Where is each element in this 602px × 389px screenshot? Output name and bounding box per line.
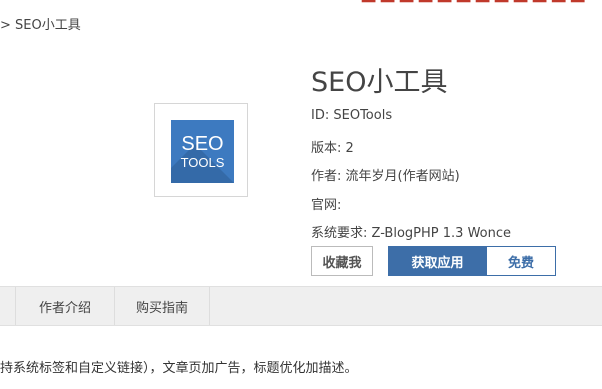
meta-id: ID: SEOTools [311, 108, 392, 123]
meta-website: 官网: [311, 194, 341, 213]
meta-id-value: SEOTools [333, 108, 393, 123]
meta-author-label: 作者: [311, 169, 342, 184]
page-title: SEO小工具 [311, 67, 448, 98]
top-banner-fragment: ■■■■■■■■■■■■ [360, 0, 602, 4]
meta-requirement: 系统要求: Z-BlogPHP 1.3 Wonce [311, 222, 511, 241]
meta-version-value: 2 [345, 141, 354, 156]
tab-purchase-guide[interactable]: 购买指南 [115, 287, 210, 325]
meta-requirement-value: Z-BlogPHP 1.3 Wonce [371, 226, 511, 241]
favorite-button[interactable]: 收藏我 [311, 246, 373, 276]
meta-version: 版本: 2 [311, 137, 354, 156]
meta-requirement-label: 系统要求: [311, 226, 368, 241]
meta-author: 作者: 流年岁月(作者网站) [311, 165, 460, 184]
app-description: 持系统标签和自定义链接），文章页加广告，标题优化加描述。 [0, 361, 358, 376]
app-logo: SEO TOOLS [154, 103, 248, 197]
seo-tools-logo-icon: SEO TOOLS [171, 120, 234, 183]
logo-text-tools: TOOLS [180, 155, 225, 170]
meta-id-label: ID: [311, 108, 330, 123]
get-app-button[interactable]: 获取应用 [388, 246, 487, 276]
tab-author-intro[interactable]: 作者介绍 [16, 287, 115, 325]
breadcrumb-separator: > [0, 18, 11, 33]
tab-cut-off[interactable] [0, 287, 16, 325]
meta-website-label: 官网: [311, 198, 342, 213]
tab-bar: 作者介绍 购买指南 [0, 286, 602, 326]
logo-text-seo: SEO [181, 133, 224, 155]
author-link[interactable]: 流年岁月(作者网站) [346, 169, 460, 184]
breadcrumb-current[interactable]: SEO小工具 [15, 18, 81, 33]
meta-version-label: 版本: [311, 141, 342, 156]
price-button[interactable]: 免费 [486, 246, 556, 276]
breadcrumb: > SEO小工具 [0, 14, 81, 33]
